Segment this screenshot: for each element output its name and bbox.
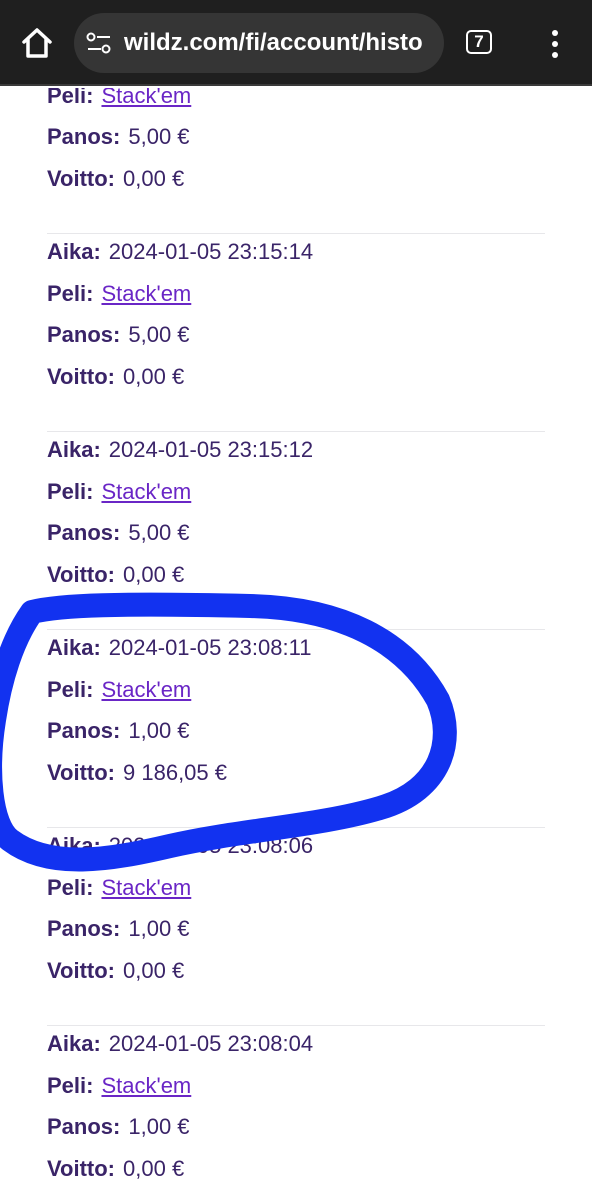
entry-game-link[interactable]: Stack'em [101, 88, 191, 108]
home-icon[interactable] [14, 20, 60, 66]
label-peli: Peli: [47, 478, 94, 504]
entry-win: 0,00 € [123, 363, 185, 389]
history-row-peli: Peli: Stack'em [47, 279, 191, 309]
entry-win: 0,00 € [123, 165, 185, 191]
url-text: wildz.com/fi/account/histo [124, 29, 423, 56]
entry-win: 0,00 € [123, 957, 185, 983]
label-peli: Peli: [47, 1072, 94, 1098]
entry-divider [47, 827, 545, 828]
entry-win: 9 186,05 € [123, 759, 227, 785]
label-voitto: Voitto: [47, 1155, 116, 1181]
label-aika: Aika: [47, 635, 101, 660]
label-panos: Panos: [47, 916, 121, 941]
history-row-panos: Panos: 1,00 € [47, 716, 190, 746]
history-row-voitto: Voitto: 0,00 € [47, 1154, 184, 1184]
entry-bet: 5,00 € [128, 124, 190, 149]
label-aika: Aika: [47, 1031, 101, 1056]
label-aika: Aika: [47, 833, 101, 858]
label-voitto: Voitto: [47, 957, 116, 983]
label-peli: Peli: [47, 676, 94, 702]
history-row-peli: Peli: Stack'em [47, 873, 191, 903]
history-row-peli: Peli: Stack'em [47, 88, 191, 111]
history-row-panos: Panos: 1,00 € [47, 1112, 190, 1142]
history-row-voitto: Voitto: 0,00 € [47, 956, 184, 986]
label-voitto: Voitto: [47, 165, 116, 191]
entry-win: 0,00 € [123, 561, 185, 587]
entry-time: 2024-01-05 23:15:12 [108, 437, 314, 462]
entry-bet: 1,00 € [128, 916, 190, 941]
site-settings-icon[interactable] [86, 31, 112, 55]
entry-game-link[interactable]: Stack'em [101, 479, 191, 504]
label-panos: Panos: [47, 124, 121, 149]
label-aika: Aika: [47, 437, 101, 462]
tab-switcher-icon[interactable]: 7 [466, 30, 496, 58]
label-panos: Panos: [47, 322, 121, 347]
entry-game-link[interactable]: Stack'em [101, 677, 191, 702]
history-row-panos: Panos: 5,00 € [47, 518, 190, 548]
history-row-aika: Aika: 2024-01-05 23:08:04 [47, 1029, 313, 1059]
entry-divider [47, 629, 545, 630]
history-row-panos: Panos: 5,00 € [47, 320, 190, 350]
entry-divider [47, 233, 545, 234]
history-row-peli: Peli: Stack'em [47, 477, 191, 507]
entry-time: 2024-01-05 23:08:11 [108, 635, 312, 660]
entry-bet: 5,00 € [128, 520, 190, 545]
entry-game-link[interactable]: Stack'em [101, 875, 191, 900]
entry-game-link[interactable]: Stack'em [101, 1073, 191, 1098]
history-row-aika: Aika: 2024-01-05 23:08:11 [47, 633, 311, 663]
history-row-aika: Aika: 2024-01-05 23:15:12 [47, 435, 313, 465]
history-row-peli: Peli: Stack'em [47, 1071, 191, 1101]
label-voitto: Voitto: [47, 759, 116, 785]
history-row-peli: Peli: Stack'em [47, 675, 191, 705]
address-bar[interactable]: wildz.com/fi/account/histo [74, 13, 444, 73]
label-peli: Peli: [47, 874, 94, 900]
history-row-voitto: Voitto: 9 186,05 € [47, 758, 227, 788]
more-vert-icon[interactable] [540, 28, 570, 60]
label-voitto: Voitto: [47, 363, 116, 389]
entry-divider [47, 1025, 545, 1026]
entry-time: 2024-01-05 23:08:06 [108, 833, 314, 858]
history-row-panos: Panos: 5,00 € [47, 122, 190, 152]
entry-time: 2024-01-05 23:08:04 [108, 1031, 314, 1056]
label-peli: Peli: [47, 280, 94, 306]
entry-game-link[interactable]: Stack'em [101, 281, 191, 306]
browser-toolbar: wildz.com/fi/account/histo 7 [0, 0, 592, 86]
label-panos: Panos: [47, 1114, 121, 1139]
label-peli: Peli: [47, 88, 94, 108]
entry-bet: 1,00 € [128, 718, 190, 743]
history-row-aika: Aika: 2024-01-05 23:15:14 [47, 237, 313, 267]
history-row-panos: Panos: 1,00 € [47, 914, 190, 944]
tab-count: 7 [474, 32, 484, 51]
entry-divider [47, 431, 545, 432]
history-row-aika: Aika: 2024-01-05 23:08:06 [47, 831, 313, 861]
entry-bet: 5,00 € [128, 322, 190, 347]
label-aika: Aika: [47, 239, 101, 264]
bet-history-list: Peli: Stack'em Panos: 5,00 € Voitto: 0,00 € Ai… [0, 88, 592, 1200]
history-row-voitto: Voitto: 0,00 € [47, 164, 184, 194]
history-row-voitto: Voitto: 0,00 € [47, 560, 184, 590]
entry-time: 2024-01-05 23:15:14 [108, 239, 314, 264]
label-voitto: Voitto: [47, 561, 116, 587]
history-row-voitto: Voitto: 0,00 € [47, 362, 184, 392]
entry-bet: 1,00 € [128, 1114, 190, 1139]
label-panos: Panos: [47, 718, 121, 743]
entry-win: 0,00 € [123, 1155, 185, 1181]
label-panos: Panos: [47, 520, 121, 545]
